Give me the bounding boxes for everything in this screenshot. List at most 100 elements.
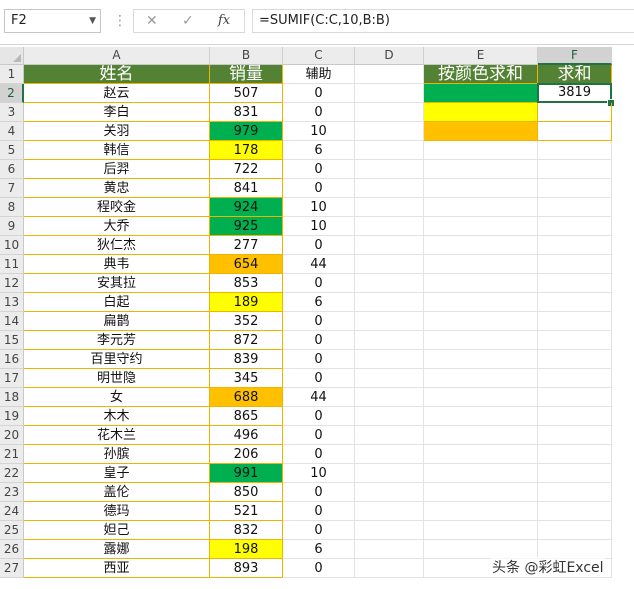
row-header-12[interactable]: 12 (0, 274, 24, 293)
cell[interactable] (538, 274, 612, 293)
cell[interactable] (355, 312, 424, 331)
column-header-d[interactable]: D (355, 47, 424, 65)
sales-cell[interactable]: 277 (210, 236, 283, 255)
header-name[interactable]: 姓名 (24, 65, 210, 84)
row-header-20[interactable]: 20 (0, 426, 24, 445)
cell[interactable] (538, 160, 612, 179)
sum-cell[interactable] (538, 103, 612, 122)
cell[interactable] (424, 464, 538, 483)
cell[interactable] (538, 217, 612, 236)
sales-cell[interactable]: 189 (210, 293, 283, 312)
name-cell[interactable]: 妲己 (24, 521, 210, 540)
cell[interactable] (538, 255, 612, 274)
cell[interactable] (424, 388, 538, 407)
cell[interactable] (538, 388, 612, 407)
cell[interactable] (355, 350, 424, 369)
cell[interactable] (355, 559, 424, 578)
helper-cell[interactable]: 0 (283, 502, 355, 521)
enter-icon[interactable]: ✓ (182, 12, 194, 30)
cell[interactable] (424, 141, 538, 160)
helper-cell[interactable]: 6 (283, 141, 355, 160)
header-helper[interactable]: 辅助 (283, 65, 355, 84)
row-header-15[interactable]: 15 (0, 331, 24, 350)
cell[interactable] (355, 502, 424, 521)
row-header-17[interactable]: 17 (0, 369, 24, 388)
name-cell[interactable]: 皇子 (24, 464, 210, 483)
name-cell[interactable]: 明世隐 (24, 369, 210, 388)
cell[interactable] (538, 198, 612, 217)
formula-input[interactable]: =SUMIF(C:C,10,B:B) (252, 9, 634, 33)
name-cell[interactable]: 韩信 (24, 141, 210, 160)
cell[interactable] (538, 236, 612, 255)
helper-cell[interactable]: 0 (283, 236, 355, 255)
color-swatch-cell[interactable] (424, 84, 538, 103)
row-header-14[interactable]: 14 (0, 312, 24, 331)
insert-function-icon[interactable]: fx (218, 12, 230, 30)
cell[interactable] (538, 369, 612, 388)
cell[interactable] (424, 312, 538, 331)
cell[interactable] (538, 426, 612, 445)
cell[interactable] (538, 312, 612, 331)
row-header-23[interactable]: 23 (0, 483, 24, 502)
cell[interactable] (355, 84, 424, 103)
cell[interactable] (424, 274, 538, 293)
color-swatch-cell[interactable] (424, 122, 538, 141)
name-cell[interactable]: 李白 (24, 103, 210, 122)
row-header-4[interactable]: 4 (0, 122, 24, 141)
cell[interactable] (355, 255, 424, 274)
name-cell[interactable]: 西亚 (24, 559, 210, 578)
helper-cell[interactable]: 6 (283, 293, 355, 312)
helper-cell[interactable]: 10 (283, 122, 355, 141)
row-header-11[interactable]: 11 (0, 255, 24, 274)
cell[interactable] (355, 388, 424, 407)
name-cell[interactable]: 大乔 (24, 217, 210, 236)
sales-cell[interactable]: 345 (210, 369, 283, 388)
row-header-16[interactable]: 16 (0, 350, 24, 369)
cell[interactable] (424, 521, 538, 540)
sales-cell[interactable]: 893 (210, 559, 283, 578)
cell[interactable] (424, 179, 538, 198)
name-cell[interactable]: 孙膑 (24, 445, 210, 464)
sales-cell[interactable]: 521 (210, 502, 283, 521)
row-header-24[interactable]: 24 (0, 502, 24, 521)
cell[interactable] (424, 160, 538, 179)
row-header-19[interactable]: 19 (0, 407, 24, 426)
name-cell[interactable]: 安其拉 (24, 274, 210, 293)
sum-cell[interactable] (538, 122, 612, 141)
helper-cell[interactable]: 0 (283, 407, 355, 426)
cell[interactable] (538, 483, 612, 502)
cell[interactable] (355, 274, 424, 293)
helper-cell[interactable]: 0 (283, 84, 355, 103)
helper-cell[interactable]: 6 (283, 540, 355, 559)
row-header-1[interactable]: 1 (0, 65, 24, 84)
helper-cell[interactable]: 0 (283, 521, 355, 540)
sales-cell[interactable]: 850 (210, 483, 283, 502)
cell[interactable] (355, 540, 424, 559)
cell[interactable] (355, 179, 424, 198)
cell[interactable] (355, 65, 424, 84)
row-header-2[interactable]: 2 (0, 84, 24, 103)
select-all-button[interactable] (0, 47, 24, 65)
sales-cell[interactable]: 507 (210, 84, 283, 103)
helper-cell[interactable]: 0 (283, 312, 355, 331)
chevron-down-icon[interactable]: ▼ (89, 10, 96, 32)
helper-cell[interactable]: 0 (283, 103, 355, 122)
sales-cell[interactable]: 654 (210, 255, 283, 274)
name-cell[interactable]: 女 (24, 388, 210, 407)
cell[interactable] (424, 407, 538, 426)
cell[interactable] (424, 198, 538, 217)
name-cell[interactable]: 扁鹊 (24, 312, 210, 331)
name-cell[interactable]: 百里守约 (24, 350, 210, 369)
cell[interactable] (355, 217, 424, 236)
sales-cell[interactable]: 925 (210, 217, 283, 236)
name-cell[interactable]: 典韦 (24, 255, 210, 274)
cell[interactable] (538, 407, 612, 426)
helper-cell[interactable]: 0 (283, 426, 355, 445)
cell[interactable] (355, 141, 424, 160)
cell[interactable] (355, 483, 424, 502)
name-cell[interactable]: 木木 (24, 407, 210, 426)
helper-cell[interactable]: 44 (283, 388, 355, 407)
cancel-icon[interactable]: ✕ (146, 12, 158, 30)
column-header-f[interactable]: F (538, 47, 612, 65)
row-header-3[interactable]: 3 (0, 103, 24, 122)
